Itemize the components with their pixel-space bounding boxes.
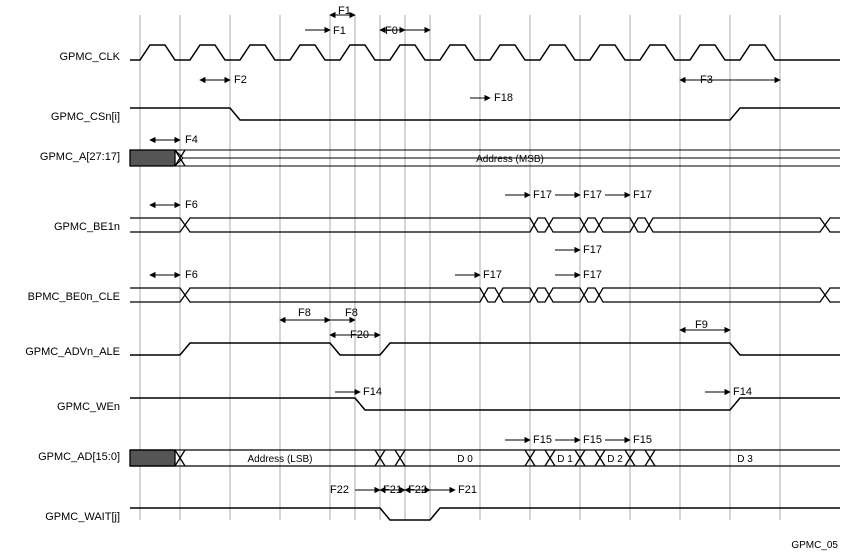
tlabel: F15 [633, 434, 652, 446]
tlabel: F9 [695, 319, 708, 331]
tlabel: F18 [494, 92, 513, 104]
tlabel: F6 [185, 199, 198, 211]
tlabel: F22 [330, 484, 349, 496]
wave-ad-bus [130, 450, 840, 466]
footer-label: GPMC_05 [791, 540, 838, 551]
tlabel: F15 [533, 434, 552, 446]
wave-wen [130, 398, 840, 410]
signal-label: GPMC_WEn [57, 401, 120, 413]
tlabel: F1 [338, 5, 351, 17]
signal-label: BPMC_BE0n_CLE [28, 291, 120, 303]
tlabel: F22 [408, 484, 427, 496]
tlabel: F3 [700, 74, 713, 86]
tlabel: F17 [583, 269, 602, 281]
tlabel: F17 [533, 189, 552, 201]
tlabel: F17 [633, 189, 652, 201]
wave-wait [130, 508, 840, 520]
signal-label: GPMC_CSn[i] [51, 111, 120, 123]
wave-be0n [130, 288, 840, 302]
signal-label: GPMC_BE1n [54, 221, 120, 233]
tlabel: F15 [583, 434, 602, 446]
tlabel: F21 [458, 484, 477, 496]
bus-label: Address (LSB) [247, 454, 312, 465]
wave-advn [130, 343, 840, 355]
tlabel: F2 [234, 74, 247, 86]
tlabel: F21 [383, 484, 402, 496]
tlabel: F1 [333, 25, 346, 37]
tlabel: F17 [583, 244, 602, 256]
tlabel: F17 [583, 189, 602, 201]
bus-label: D 0 [457, 454, 473, 465]
signal-label: GPMC_A[27:17] [40, 151, 120, 163]
tlabel: F8 [345, 307, 358, 319]
tlabel: F6 [185, 269, 198, 281]
tlabel: F4 [185, 134, 198, 146]
signal-label: GPMC_CLK [59, 51, 120, 63]
wave-be1n [130, 218, 840, 232]
tlabel: F14 [733, 386, 752, 398]
bus-label: D 1 [557, 454, 573, 465]
tlabel: F17 [483, 269, 502, 281]
signal-label: GPMC_WAIT[j] [45, 511, 120, 523]
bus-label: D 3 [737, 454, 753, 465]
tlabel: F14 [363, 386, 382, 398]
bus-label: D 2 [607, 454, 623, 465]
tlabel: F20 [350, 329, 369, 341]
wave-clk [130, 45, 840, 60]
tlabel: F8 [298, 307, 311, 319]
wave-csn [130, 108, 840, 120]
signal-label: GPMC_ADVn_ALE [25, 346, 120, 358]
signal-label: GPMC_AD[15:0] [38, 451, 120, 463]
bus-label: Address (MSB) [476, 154, 544, 165]
tlabel: F0 [385, 25, 398, 37]
